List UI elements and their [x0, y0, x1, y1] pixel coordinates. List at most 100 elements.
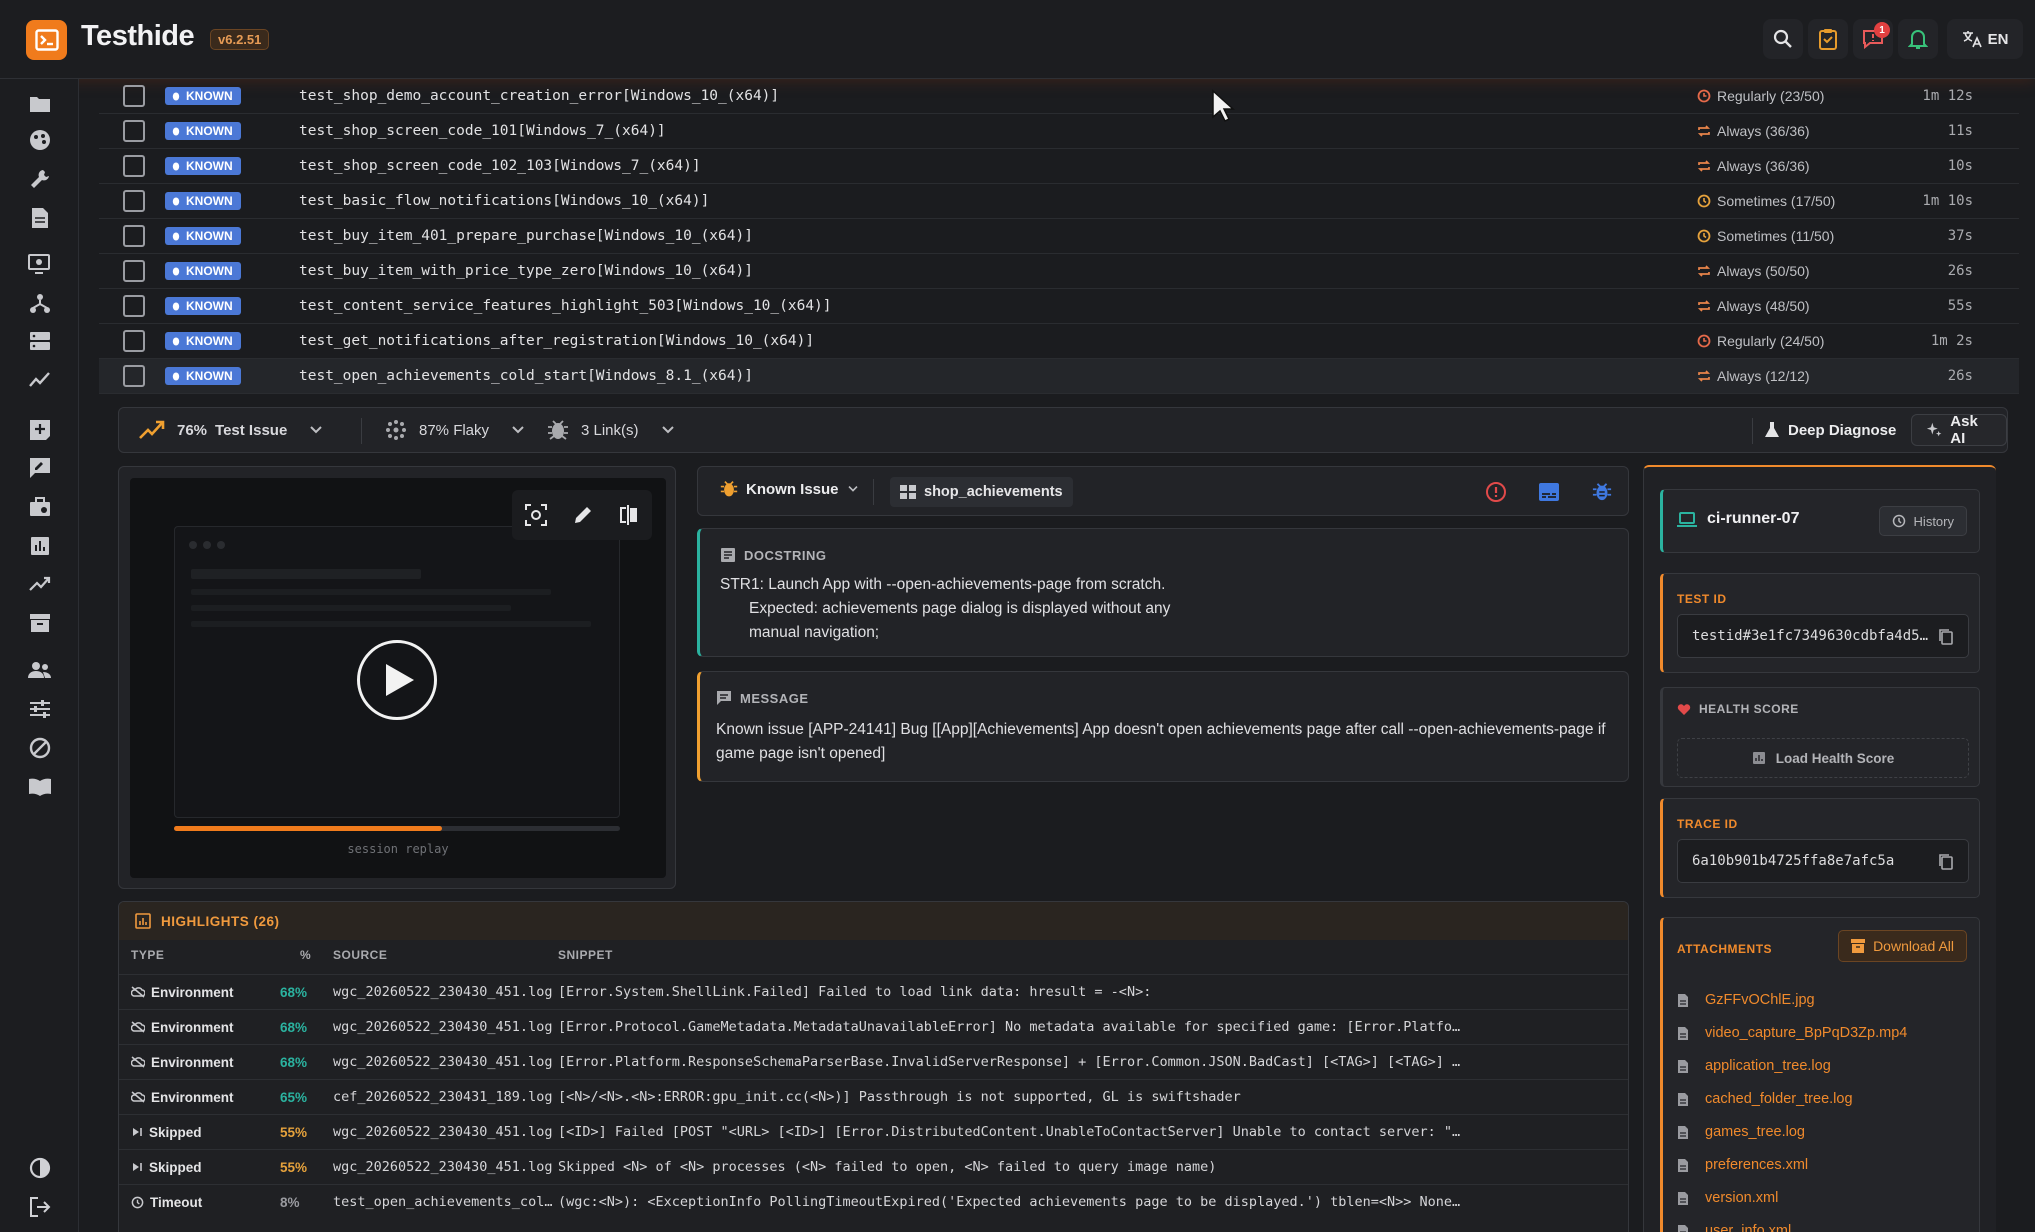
test-name[interactable]: test_buy_item_401_prepare_purchase[Windo… — [299, 228, 753, 244]
test-name[interactable]: test_shop_demo_account_creation_error[Wi… — [299, 88, 779, 104]
highlight-source[interactable]: cef_20260522_230431_189.log — [333, 1089, 552, 1105]
bug-report-icon[interactable] — [1592, 481, 1612, 503]
test-issue-dropdown[interactable]: 76% Test Issue — [139, 408, 323, 452]
test-row[interactable]: KNOWN test_basic_flow_notifications[Windo… — [99, 184, 2019, 219]
column-header-type[interactable]: TYPE — [131, 948, 164, 962]
video-progress-bar[interactable] — [174, 826, 620, 831]
test-row[interactable]: KNOWN test_shop_screen_code_102_103[Windo… — [99, 149, 2019, 184]
highlight-source[interactable]: wgc_20260522_230430_451.log — [333, 984, 552, 1000]
trace-id-field[interactable]: 6a10b901b4725ffa8e7afc5a — [1677, 839, 1969, 883]
attachment-link[interactable]: video_capture_BpPqD3Zp.mp4 — [1677, 1025, 1907, 1041]
download-all-button[interactable]: Download All — [1838, 930, 1967, 962]
issue-type-dropdown[interactable]: Known Issue — [720, 480, 859, 498]
highlight-row[interactable]: Timeout 8% test_open_achievements_col… (wgc… — [119, 1184, 1628, 1219]
sidebar-item-users[interactable] — [27, 657, 53, 683]
sidebar-item-tools[interactable] — [27, 166, 53, 192]
highlight-row[interactable]: Environment 65% cef_20260522_230431_189.lo… — [119, 1079, 1628, 1114]
row-checkbox[interactable] — [123, 190, 145, 212]
attachment-link[interactable]: cached_folder_tree.log — [1677, 1091, 1853, 1107]
links-dropdown[interactable]: 3 Link(s) — [547, 408, 675, 452]
row-checkbox[interactable] — [123, 330, 145, 352]
attachment-link[interactable]: application_tree.log — [1677, 1058, 1831, 1074]
screenshot-icon[interactable] — [525, 504, 547, 526]
ask-ai-button[interactable]: Ask AI — [1911, 413, 2007, 447]
test-row[interactable]: KNOWN test_buy_item_401_prepare_purchase[… — [99, 219, 2019, 254]
test-name[interactable]: test_basic_flow_notifications[Windows_10… — [299, 193, 709, 209]
row-checkbox[interactable] — [123, 155, 145, 177]
highlight-source[interactable]: wgc_20260522_230430_451.log — [333, 1019, 552, 1035]
test-row[interactable]: KNOWN test_get_notifications_after_regist… — [99, 324, 2019, 359]
attachment-link[interactable]: games_tree.log — [1677, 1124, 1805, 1140]
deep-diagnose-button[interactable]: Deep Diagnose — [1750, 414, 1910, 446]
load-health-score-button[interactable]: Load Health Score — [1677, 738, 1969, 778]
sidebar-item-settings[interactable] — [27, 696, 53, 722]
session-replay-player[interactable]: session replay — [130, 478, 666, 878]
highlights-header[interactable]: HIGHLIGHTS (26) — [119, 902, 1628, 940]
sidebar-item-growth[interactable] — [27, 571, 53, 597]
history-button[interactable]: History — [1878, 506, 1967, 536]
app-logo[interactable] — [26, 20, 67, 60]
sidebar-item-dashboard[interactable] — [27, 127, 53, 153]
test-id-field[interactable]: testid#3e1fc7349630cdbfa4d5… — [1677, 614, 1969, 658]
highlight-source[interactable]: test_open_achievements_col… — [333, 1194, 552, 1210]
error-icon[interactable] — [1485, 481, 1507, 503]
messages-button[interactable]: 1 — [1853, 19, 1893, 59]
language-switcher[interactable]: EN — [1947, 19, 2023, 59]
row-checkbox[interactable] — [123, 260, 145, 282]
test-row[interactable]: KNOWN test_shop_demo_account_creation_err… — [99, 79, 2019, 114]
sidebar-item-review[interactable] — [27, 455, 53, 481]
sidebar-item-remote-desktop[interactable] — [27, 251, 53, 277]
sidebar-item-blocked[interactable] — [27, 735, 53, 761]
sidebar-item-archive[interactable] — [27, 610, 53, 636]
highlight-source[interactable]: wgc_20260522_230430_451.log — [333, 1159, 552, 1175]
test-name[interactable]: test_shop_screen_code_101[Windows_7_(x64… — [299, 123, 666, 139]
column-header-source[interactable]: SOURCE — [333, 948, 387, 962]
highlight-source[interactable]: wgc_20260522_230430_451.log — [333, 1124, 552, 1140]
sidebar-item-analytics[interactable] — [27, 533, 53, 559]
highlight-row[interactable]: Environment 68% wgc_20260522_230430_451.lo… — [119, 1044, 1628, 1079]
sidebar-item-docs[interactable] — [27, 774, 53, 800]
test-row[interactable]: KNOWN test_content_service_features_highl… — [99, 289, 2019, 324]
notifications-button[interactable] — [1898, 19, 1938, 59]
test-row[interactable]: KNOWN test_open_achievements_cold_start[W… — [99, 359, 2019, 394]
row-checkbox[interactable] — [123, 295, 145, 317]
compare-icon[interactable] — [619, 504, 639, 526]
highlight-row[interactable]: Environment 68% wgc_20260522_230430_451.lo… — [119, 974, 1628, 1009]
search-button[interactable] — [1763, 19, 1803, 59]
highlight-row[interactable]: Skipped 55% wgc_20260522_230430_451.log Ski… — [119, 1149, 1628, 1184]
pencil-icon[interactable] — [573, 505, 593, 525]
test-name[interactable]: test_shop_screen_code_102_103[Windows_7_… — [299, 158, 701, 174]
sidebar-item-trends[interactable] — [27, 366, 53, 392]
test-row[interactable]: KNOWN test_buy_item_with_price_type_zero[… — [99, 254, 2019, 289]
copy-icon[interactable] — [1938, 628, 1954, 646]
test-row[interactable]: KNOWN test_shop_screen_code_101[Windows_7… — [99, 114, 2019, 149]
component-chip[interactable]: shop_achievements — [890, 477, 1073, 507]
row-checkbox[interactable] — [123, 225, 145, 247]
subtitles-icon[interactable] — [1538, 482, 1560, 502]
flaky-dropdown[interactable]: 87% Flaky — [385, 408, 525, 452]
play-button[interactable] — [357, 640, 437, 720]
column-header-snippet[interactable]: SNIPPET — [558, 948, 613, 962]
sidebar-item-documents[interactable] — [27, 205, 53, 231]
sidebar-item-servers[interactable] — [27, 328, 53, 354]
test-name[interactable]: test_content_service_features_highlight_… — [299, 298, 832, 314]
sidebar-item-work[interactable] — [27, 494, 53, 520]
sidebar-item-folders[interactable] — [27, 91, 53, 117]
sidebar-item-add-report[interactable] — [27, 417, 53, 443]
highlight-source[interactable]: wgc_20260522_230430_451.log — [333, 1054, 552, 1070]
row-checkbox[interactable] — [123, 365, 145, 387]
test-name[interactable]: test_get_notifications_after_registratio… — [299, 333, 814, 349]
column-header-percent[interactable]: % — [300, 948, 311, 962]
attachment-link[interactable]: preferences.xml — [1677, 1157, 1808, 1173]
attachment-link[interactable]: GzFFvOChlE.jpg — [1677, 992, 1815, 1008]
test-name[interactable]: test_open_achievements_cold_start[Window… — [299, 368, 753, 384]
theme-toggle[interactable] — [27, 1155, 53, 1181]
logout-button[interactable] — [27, 1194, 53, 1220]
row-checkbox[interactable] — [123, 120, 145, 142]
copy-icon[interactable] — [1938, 853, 1954, 871]
highlight-row[interactable]: Skipped 55% wgc_20260522_230430_451.log [<I… — [119, 1114, 1628, 1149]
attachment-link[interactable]: version.xml — [1677, 1190, 1778, 1206]
row-checkbox[interactable] — [123, 85, 145, 107]
attachment-link[interactable]: user_info.xml — [1677, 1223, 1791, 1232]
test-name[interactable]: test_buy_item_with_price_type_zero[Windo… — [299, 263, 753, 279]
